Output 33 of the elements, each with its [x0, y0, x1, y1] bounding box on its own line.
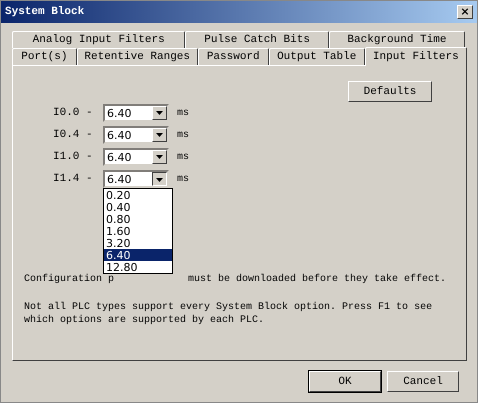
filter-dropdown[interactable]: 6.40 — [103, 126, 169, 144]
filter-dropdown[interactable]: 6.40 — [103, 104, 169, 122]
input-label: I0.0 - — [53, 107, 94, 119]
dropdown-arrow-icon — [156, 133, 163, 137]
dropdown-button[interactable] — [152, 172, 167, 186]
filter-dropdown[interactable]: 6.40 — [103, 148, 169, 166]
input-label: I1.4 - — [53, 173, 94, 185]
unit-label: ms — [177, 130, 190, 140]
defaults-button[interactable]: Defaults — [348, 81, 432, 102]
tab[interactable]: Output Table — [268, 48, 365, 65]
input-label: I0.4 - — [53, 129, 94, 141]
tab[interactable]: Background Time — [328, 31, 465, 48]
tab[interactable]: Retentive Ranges — [76, 48, 198, 65]
dropdown-arrow-icon — [156, 178, 163, 182]
dropdown-arrow-icon — [156, 155, 163, 159]
ok-button[interactable]: OK — [309, 371, 381, 392]
dropdown-option[interactable]: 6.40 — [104, 249, 172, 261]
note-text: Configuration p — [24, 274, 114, 285]
info-text: Not all PLC types support every System Block option. Press F1 to see which options are supported by each PLC. — [24, 301, 434, 327]
tab[interactable]: Input Filters — [364, 47, 467, 66]
tab[interactable]: Analog Input Filters — [12, 31, 186, 48]
tab[interactable]: Port(s) — [12, 48, 77, 65]
dropdown-arrow-icon — [156, 111, 163, 115]
unit-label: ms — [177, 174, 190, 184]
close-button[interactable]: × — [457, 5, 473, 19]
cancel-button[interactable]: Cancel — [387, 371, 459, 392]
tab[interactable]: Pulse Catch Bits — [185, 31, 329, 48]
input-label: I1.0 - — [53, 151, 94, 163]
window-title: System Block — [5, 6, 84, 18]
unit-label: ms — [177, 152, 190, 162]
unit-label: ms — [177, 108, 190, 118]
tab[interactable]: Password — [198, 48, 269, 65]
note-text: must be downloaded before they take effect. — [188, 274, 446, 285]
